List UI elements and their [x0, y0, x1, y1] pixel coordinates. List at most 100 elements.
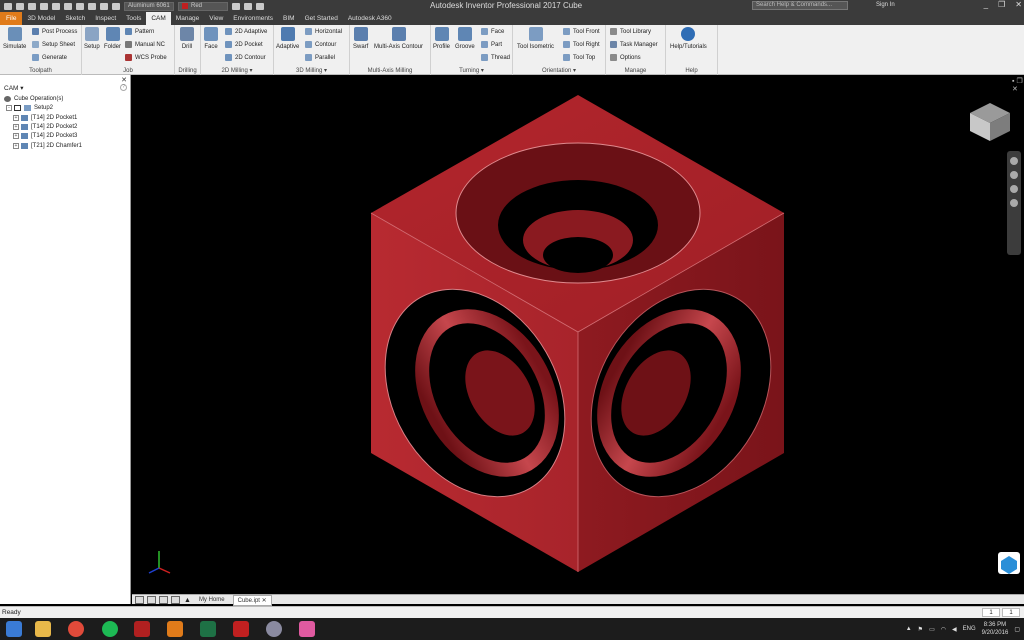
app-icon-globe[interactable] — [266, 621, 282, 637]
battery-icon[interactable]: ▭ — [929, 626, 935, 633]
browser-close-icon[interactable]: ✕ — [121, 76, 127, 84]
color-override-icon[interactable] — [232, 2, 240, 10]
tree-setup2[interactable]: - Setup2 — [6, 105, 53, 111]
multi-axis-contour-button[interactable]: Multi-Axis Contour — [374, 27, 423, 50]
notification-icon[interactable]: ▢ — [1014, 626, 1020, 633]
app-menu-icon[interactable] — [4, 2, 12, 10]
viewcube[interactable] — [970, 103, 1010, 141]
expand-icon[interactable]: + — [13, 133, 19, 139]
tree-cube-operations[interactable]: Cube Operation(s) — [4, 96, 63, 102]
adaptive-button[interactable]: Adaptive — [276, 27, 299, 50]
tab-manage[interactable]: Manage — [171, 12, 205, 25]
turn-face-button[interactable]: Face — [481, 28, 504, 35]
orbit-icon[interactable] — [1010, 199, 1018, 207]
task-manager-button[interactable]: Task Manager — [610, 41, 658, 48]
navigation-bar[interactable] — [1007, 151, 1021, 255]
tree-pocket2[interactable]: + [T14] 2D Pocket2 — [13, 124, 77, 130]
solidworks-icon[interactable] — [134, 621, 150, 637]
language-indicator[interactable]: ENG — [963, 626, 976, 632]
update-icon[interactable] — [88, 2, 96, 10]
expand-icon[interactable]: + — [13, 115, 19, 121]
tab-sketch[interactable]: Sketch — [60, 12, 90, 25]
tab-file[interactable]: File — [0, 12, 23, 25]
arrange-icon[interactable] — [171, 596, 180, 604]
tab-a360[interactable]: Autodesk A360 — [343, 12, 397, 25]
sign-in-button[interactable]: Sign In — [876, 2, 895, 8]
cascade-icon[interactable] — [159, 596, 168, 604]
save-icon[interactable] — [40, 2, 48, 10]
restore-icon[interactable]: ❐ — [998, 0, 1005, 9]
adjust-icon[interactable] — [256, 2, 264, 10]
pan-icon[interactable] — [1010, 171, 1018, 179]
face-button[interactable]: Face — [204, 27, 218, 50]
contour-button[interactable]: Contour — [305, 41, 336, 48]
appearance-dropdown[interactable]: Red — [178, 1, 228, 11]
chrome-icon[interactable] — [68, 621, 84, 637]
tab-get-started[interactable]: Get Started — [300, 12, 343, 25]
graphics-viewport[interactable] — [132, 75, 1024, 594]
folder-button[interactable]: Folder — [104, 27, 121, 50]
2d-adaptive-button[interactable]: 2D Adaptive — [225, 28, 267, 35]
tile-vertical-icon[interactable] — [147, 596, 156, 604]
redo-icon[interactable] — [64, 2, 72, 10]
setup-button[interactable]: Setup — [84, 27, 100, 50]
cube-model[interactable] — [132, 75, 1024, 594]
viewport-close-icon[interactable]: ✕ — [1012, 86, 1018, 93]
pattern-button[interactable]: Pattern — [125, 28, 154, 35]
tab-cube-ipt[interactable]: Cube.ipt ✕ — [232, 594, 272, 606]
tab-my-home[interactable]: My Home — [195, 595, 229, 606]
tab-inspect[interactable]: Inspect — [90, 12, 121, 25]
2d-contour-button[interactable]: 2D Contour — [225, 54, 266, 61]
manual-nc-button[interactable]: Manual NC — [125, 41, 165, 48]
material-dropdown[interactable]: Aluminum 6061 — [124, 1, 174, 11]
options-button[interactable]: Options — [610, 54, 641, 61]
tab-3d-model[interactable]: 3D Model — [22, 12, 60, 25]
tree-pocket1[interactable]: + [T14] 2D Pocket1 — [13, 115, 77, 121]
network-icon[interactable]: ◠ — [941, 626, 946, 633]
profile-button[interactable]: Profile — [433, 27, 450, 50]
undo-icon[interactable] — [52, 2, 60, 10]
tool-library-button[interactable]: Tool Library — [610, 28, 651, 35]
tab-bim[interactable]: BIM — [278, 12, 300, 25]
zoom-icon[interactable] — [1010, 185, 1018, 193]
measure-icon[interactable] — [112, 2, 120, 10]
tab-environments[interactable]: Environments — [228, 12, 278, 25]
tree-pocket3[interactable]: + [T14] 2D Pocket3 — [13, 133, 77, 139]
tool-isometric-button[interactable]: Tool Isometric — [517, 27, 554, 50]
volume-icon[interactable]: ◀ — [952, 626, 957, 633]
checkbox-icon[interactable] — [14, 105, 21, 111]
tab-tools[interactable]: Tools — [121, 12, 146, 25]
windows-start-icon[interactable] — [6, 621, 22, 637]
inventor-taskbar-icon[interactable] — [167, 621, 183, 637]
tool-top-button[interactable]: Tool Top — [563, 54, 595, 61]
tray-up-icon[interactable]: ▲ — [906, 626, 912, 632]
help-search-input[interactable]: Search Help & Commands... — [752, 1, 848, 10]
app-cube-icon[interactable] — [998, 552, 1020, 574]
new-icon[interactable] — [16, 2, 24, 10]
clock[interactable]: 8:36 PM 9/20/2016 — [982, 621, 1009, 637]
home-icon[interactable] — [76, 2, 84, 10]
part-button[interactable]: Part — [481, 41, 502, 48]
excel-icon[interactable] — [200, 621, 216, 637]
expand-icon[interactable]: + — [13, 143, 19, 149]
help-tutorials-button[interactable]: Help/Tutorials — [670, 27, 707, 50]
drill-button[interactable]: Drill — [180, 27, 194, 50]
viewport-restore-icon[interactable]: ❐ — [1016, 78, 1022, 85]
post-process-button[interactable]: Post Process — [32, 28, 77, 35]
2d-pocket-button[interactable]: 2D Pocket — [225, 41, 263, 48]
app-icon-pink[interactable] — [299, 621, 315, 637]
simulate-button[interactable]: Simulate — [3, 27, 26, 50]
parallel-button[interactable]: Parallel — [305, 54, 335, 61]
wcs-probe-button[interactable]: WCS Probe — [125, 54, 167, 61]
groove-button[interactable]: Groove — [455, 27, 475, 50]
setup-sheet-button[interactable]: Setup Sheet — [32, 41, 75, 48]
swarf-button[interactable]: Swarf — [353, 27, 368, 50]
file-explorer-icon[interactable] — [35, 621, 51, 637]
steering-wheel-icon[interactable] — [1010, 157, 1018, 165]
tool-front-button[interactable]: Tool Front — [563, 28, 600, 35]
tool-right-button[interactable]: Tool Right — [563, 41, 600, 48]
viewport-minimize-icon[interactable]: ▪ — [1012, 78, 1014, 85]
close-icon[interactable]: ✕ — [1015, 0, 1022, 9]
tab-view[interactable]: View — [204, 12, 228, 25]
app-icon-red[interactable] — [233, 621, 249, 637]
